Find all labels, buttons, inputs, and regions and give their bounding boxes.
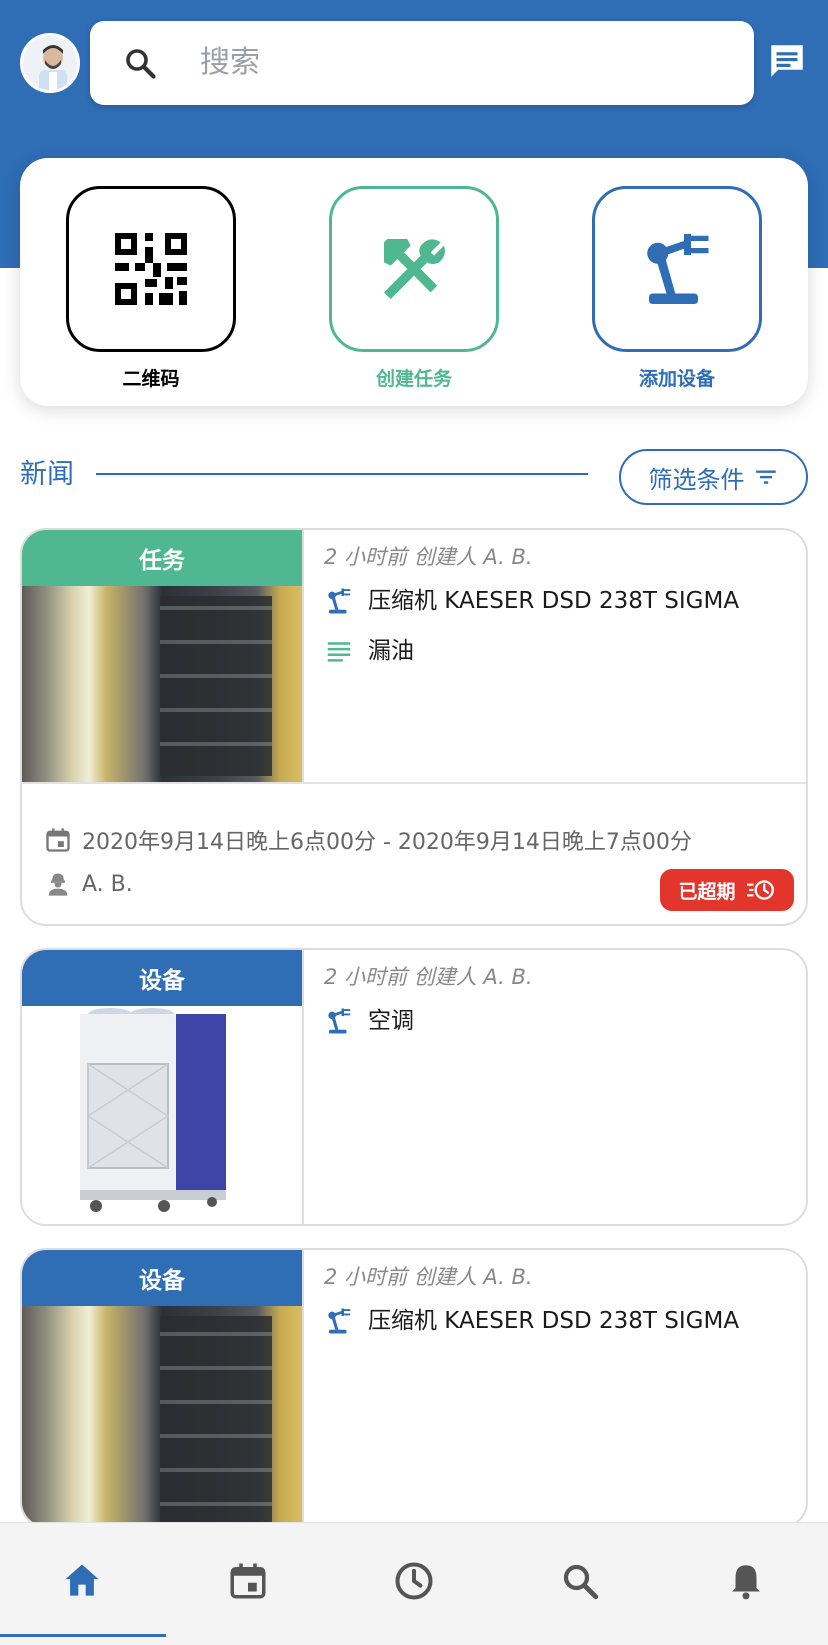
search-bar[interactable]: 搜索	[90, 21, 754, 105]
card-details: 2 小时前 创建人 A. B. 压缩机 KAESER DSD 238T SIGM…	[324, 1250, 790, 1340]
assignee-row: A. B.	[44, 870, 133, 898]
card-details: 2 小时前 创建人 A. B. 压缩机 KAESER DSD 238T SIGM…	[324, 530, 790, 670]
description-icon	[327, 642, 351, 662]
calendar-icon	[230, 1563, 266, 1599]
feed-card-equipment[interactable]: 设备 2 小时前 创建人 A. B. 空调	[20, 948, 808, 1226]
chat-icon[interactable]	[766, 40, 808, 82]
feed-card-task[interactable]: 任务 2 小时前 创建人 A. B. 压缩机 KAESER DSD 238T S…	[20, 528, 808, 926]
card-meta: 2 小时前 创建人 A. B.	[324, 1265, 533, 1289]
home-icon	[65, 1564, 99, 1596]
filter-label: 筛选条件	[648, 465, 745, 494]
schedule-row: 2020年9月14日晚上6点00分 - 2020年9月14日晚上7点00分	[44, 824, 692, 856]
news-divider	[96, 473, 588, 475]
card-meta: 2 小时前 创建人 A. B.	[324, 965, 533, 989]
air-conditioner-picture	[80, 1008, 226, 1212]
equipment-row: 压缩机 KAESER DSD 238T SIGMA	[324, 582, 790, 620]
description-row: 漏油	[324, 632, 790, 670]
equipment-row: 空调	[324, 1002, 790, 1040]
equipment-name: 压缩机 KAESER DSD 238T SIGMA	[368, 588, 740, 614]
card-divider	[302, 530, 304, 782]
card-divider	[302, 950, 304, 1224]
bottom-navigation	[0, 1522, 828, 1645]
card-meta: 2 小时前 创建人 A. B.	[324, 545, 533, 569]
card-details: 2 小时前 创建人 A. B. 空调	[324, 950, 790, 1040]
compressor-image	[22, 586, 302, 782]
equipment-row: 压缩机 KAESER DSD 238T SIGMA	[324, 1302, 790, 1340]
feed-card-equipment[interactable]: 设备 2 小时前 创建人 A. B. 压缩机 KAESER DSD 238T S…	[20, 1248, 808, 1528]
add-equipment-action[interactable]: 添加设备	[592, 186, 762, 391]
card-section-divider	[22, 782, 806, 784]
qr-code-icon	[115, 233, 187, 305]
nav-notifications[interactable]	[718, 1553, 774, 1609]
nav-active-indicator	[0, 1634, 166, 1637]
filter-icon	[755, 470, 776, 484]
task-description: 漏油	[368, 638, 414, 664]
robot-arm-icon	[328, 1008, 351, 1034]
create-task-action[interactable]: 创建任务	[329, 186, 499, 391]
overdue-clock-icon	[746, 880, 774, 900]
bell-icon	[732, 1565, 760, 1600]
assignee-name: A. B.	[82, 871, 133, 897]
robot-arm-icon	[647, 234, 709, 304]
search-icon	[563, 1564, 599, 1600]
schedule-text: 2020年9月14日晚上6点00分 - 2020年9月14日晚上7点00分	[82, 830, 692, 855]
clock-icon	[395, 1562, 433, 1600]
card-media: 设备	[22, 950, 302, 1224]
nav-home[interactable]	[54, 1553, 110, 1609]
equipment-name: 空调	[368, 1008, 414, 1034]
card-type-badge: 任务	[22, 530, 302, 586]
card-type-badge: 设备	[22, 1250, 302, 1306]
filter-button[interactable]: 筛选条件	[619, 449, 808, 505]
equipment-name: 压缩机 KAESER DSD 238T SIGMA	[368, 1308, 740, 1334]
robot-arm-icon	[328, 1308, 351, 1334]
search-icon	[126, 49, 156, 79]
quick-actions-card: 二维码 创建任务 添加设备	[20, 158, 808, 406]
qr-code-button[interactable]	[66, 186, 236, 352]
overdue-badge[interactable]: 已超期	[660, 869, 794, 911]
compressor-image	[22, 1306, 302, 1526]
card-media: 设备	[22, 1250, 302, 1526]
create-task-label: 创建任务	[375, 368, 452, 390]
overdue-label: 已超期	[678, 880, 736, 903]
robot-arm-icon	[328, 588, 351, 614]
card-media: 任务	[22, 530, 302, 782]
worker-icon	[48, 873, 68, 896]
add-equipment-button[interactable]	[592, 186, 762, 352]
qr-code-label: 二维码	[122, 368, 180, 390]
user-avatar[interactable]	[20, 33, 80, 93]
air-conditioner-image	[22, 1006, 302, 1224]
calendar-icon	[46, 828, 70, 852]
card-divider	[302, 1250, 304, 1526]
qr-code-action[interactable]: 二维码	[66, 186, 236, 391]
card-type-badge: 设备	[22, 950, 302, 1006]
nav-search[interactable]	[552, 1553, 608, 1609]
tools-icon	[384, 239, 445, 299]
nav-history[interactable]	[386, 1553, 442, 1609]
nav-calendar[interactable]	[220, 1553, 276, 1609]
add-equipment-label: 添加设备	[638, 368, 715, 390]
news-section-title: 新闻	[20, 459, 74, 490]
search-placeholder[interactable]: 搜索	[200, 41, 260, 85]
create-task-button[interactable]	[329, 186, 499, 352]
